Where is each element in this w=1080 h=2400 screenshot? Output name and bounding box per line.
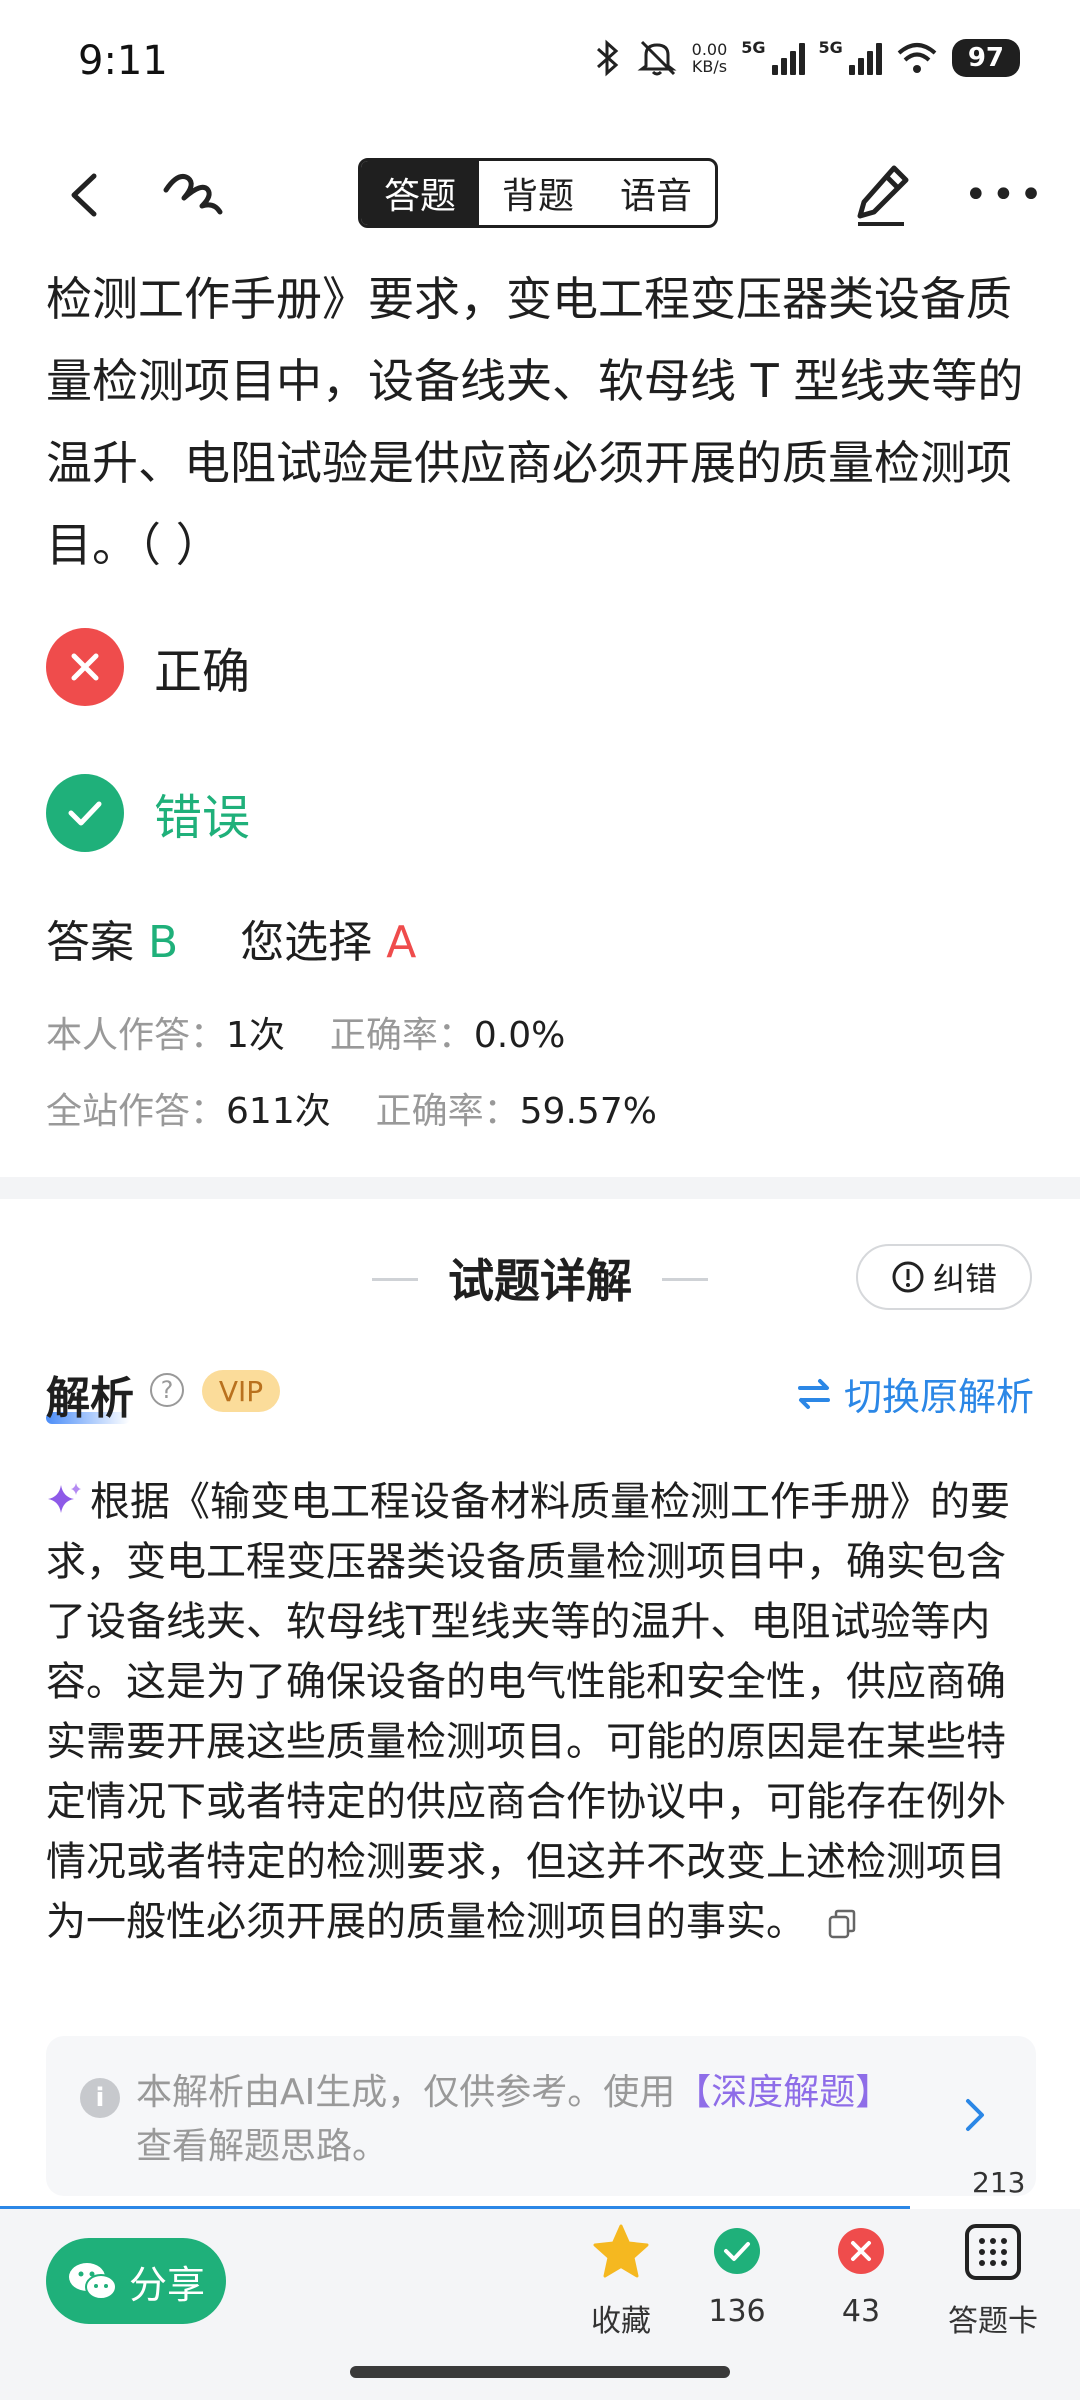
- tab-answer[interactable]: 答题: [361, 161, 479, 225]
- switch-analysis-button[interactable]: 切换原解析: [796, 1366, 1034, 1421]
- star-icon: [593, 2224, 649, 2278]
- ai-note-prefix: 本解析由AI生成，仅供参考。使用: [136, 2072, 676, 2113]
- battery-indicator: 97: [951, 39, 1020, 77]
- vip-badge: VIP: [202, 1370, 280, 1412]
- pen-icon[interactable]: [848, 160, 914, 230]
- grid-icon: [965, 2224, 1021, 2280]
- report-error-button[interactable]: 纠错: [856, 1244, 1032, 1310]
- net-speed-value: 0.00: [691, 40, 728, 59]
- correct-count: 136: [708, 2294, 766, 2329]
- answer-label: 答案: [46, 917, 134, 968]
- progress-line: [0, 2206, 910, 2209]
- wrong-count-icon: [838, 2228, 884, 2274]
- selected-label: 您选择: [240, 917, 373, 968]
- ai-note-suffix: 查看解题思路。: [136, 2126, 389, 2167]
- info-icon: i: [80, 2078, 120, 2118]
- question-text: 检测工作手册》要求，变电工程变压器类设备质量检测项目中，设备线夹、软母线 T 型…: [46, 272, 1024, 572]
- tab-voice[interactable]: 语音: [597, 161, 715, 225]
- switch-analysis-label: 切换原解析: [843, 1375, 1034, 1419]
- analysis-body: 根据《输变电工程设备材料质量检测工作手册》的要求，变电工程变压器类设备质量检测项…: [46, 1472, 1036, 1952]
- wrong-count: 43: [841, 2294, 881, 2329]
- answer-value: B: [148, 917, 179, 968]
- selected-value: A: [386, 917, 417, 968]
- site-rate: 59.57%: [519, 1091, 657, 1132]
- network-type-1: 5G: [741, 38, 766, 57]
- scribble-icon[interactable]: [158, 160, 228, 230]
- question-count: 213: [972, 2166, 1026, 2199]
- status-time: 9:11: [78, 38, 168, 84]
- favorite-label: 收藏: [591, 2304, 651, 2339]
- personal-count: 1次: [226, 1015, 285, 1056]
- ai-note: 本解析由AI生成，仅供参考。使用【深度解题】 查看解题思路。: [136, 2066, 956, 2174]
- favorite-button[interactable]: 收藏: [566, 2222, 676, 2340]
- site-rate-label: 正确率：: [375, 1091, 520, 1132]
- mute-bell-icon: [637, 40, 677, 76]
- answer-card-button[interactable]: 答题卡: [938, 2222, 1048, 2340]
- share-button[interactable]: 分享: [46, 2238, 226, 2324]
- personal-rate: 0.0%: [473, 1015, 566, 1056]
- correct-count-item[interactable]: 136: [682, 2222, 792, 2329]
- wifi-icon: [897, 43, 937, 73]
- chevron-right-icon[interactable]: [962, 2095, 988, 2135]
- help-icon[interactable]: ?: [150, 1373, 184, 1407]
- sparkle-icon: [48, 1483, 81, 1513]
- personal-stats: 本人作答：1次 正确率：0.0%: [46, 1006, 565, 1058]
- swap-icon: [797, 1378, 830, 1409]
- wechat-icon: [68, 2263, 117, 2300]
- alert-icon: [892, 1261, 924, 1293]
- signal-icon-2: [848, 41, 882, 75]
- option-correct[interactable]: 正确: [46, 628, 250, 706]
- deep-solve-link[interactable]: 【深度解题】: [675, 2072, 891, 2113]
- share-label: 分享: [128, 2262, 205, 2307]
- status-icons: 0.00 KB/s 5G 5G 97: [592, 38, 1020, 78]
- site-count: 611次: [226, 1091, 331, 1132]
- analysis-text: 根据《输变电工程设备材料质量检测工作手册》的要求，变电工程变压器类设备质量检测项…: [46, 1479, 1010, 1945]
- bluetooth-icon: [596, 39, 618, 77]
- signal-icon-1: [771, 41, 805, 75]
- net-speed-unit: KB/s: [691, 57, 728, 76]
- wrong-count-item[interactable]: 43: [806, 2222, 916, 2329]
- personal-rate-label: 正确率：: [329, 1015, 474, 1056]
- more-icon[interactable]: •••: [964, 175, 1047, 215]
- option-label: 错误: [154, 790, 251, 846]
- net-speed: 0.00 KB/s: [692, 41, 728, 75]
- personal-label: 本人作答：: [46, 1015, 227, 1056]
- correct-count-icon: [714, 2228, 760, 2274]
- check-mark-icon: [46, 774, 124, 852]
- site-label: 全站作答：: [46, 1091, 227, 1132]
- copy-icon[interactable]: [828, 1909, 856, 1939]
- option-wrong[interactable]: 错误: [46, 774, 250, 852]
- home-indicator[interactable]: [350, 2366, 730, 2378]
- mode-segmented-control: 答题 背题 语音: [358, 158, 718, 228]
- site-stats: 全站作答：611次 正确率：59.57%: [46, 1082, 657, 1134]
- tab-memorize[interactable]: 背题: [479, 161, 597, 225]
- report-error-label: 纠错: [932, 1260, 997, 1298]
- answer-card-label: 答题卡: [948, 2304, 1038, 2339]
- answer-summary: 答案 B 您选择 A: [46, 906, 416, 970]
- network-type-2: 5G: [818, 38, 843, 57]
- section-divider: [0, 1177, 1080, 1199]
- option-label: 正确: [154, 644, 251, 700]
- analysis-label: 解析: [46, 1373, 134, 1424]
- title-dash-right: [662, 1278, 708, 1281]
- wrong-mark-icon: [46, 628, 124, 706]
- back-icon[interactable]: [56, 160, 116, 230]
